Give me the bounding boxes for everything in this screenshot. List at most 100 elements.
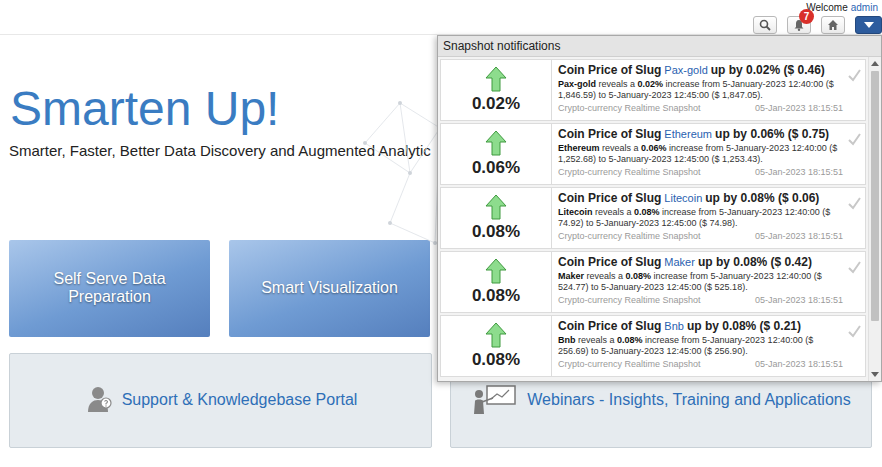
notification-list: 0.02%Coin Price of SlugPax-goldup by 0.0… [438, 57, 868, 381]
top-bar: Welcomeadmin7 [0, 0, 882, 35]
change-indicator: 0.06% [441, 124, 552, 184]
title-suffix: up by 0.08% ($ 0.21) [687, 319, 801, 333]
description-part: reveals a [600, 143, 642, 153]
change-indicator: 0.08% [441, 252, 552, 312]
up-arrow-icon [485, 258, 507, 284]
scroll-down-icon[interactable] [871, 372, 879, 377]
notification-item[interactable]: 0.02%Coin Price of SlugPax-goldup by 0.0… [440, 59, 866, 121]
notification-content: Coin Price of SlugMakerup by 0.08% ($ 0.… [552, 252, 865, 312]
title-prefix: Coin Price of Slug [558, 127, 661, 141]
coin-link[interactable]: Litecoin [664, 192, 702, 204]
hero-subtitle: Smarter, Faster, Better Data Discovery a… [9, 142, 449, 159]
notification-description: Litecoin reveals a 0.08% increase from 5… [558, 207, 843, 229]
notification-count-badge: 7 [799, 9, 814, 24]
description-part: reveals a [596, 79, 638, 89]
search-icon [759, 19, 771, 31]
title-suffix: up by 0.06% ($ 0.75) [715, 127, 829, 141]
welcome-text: Welcomeadmin [806, 2, 878, 13]
up-arrow-icon [485, 322, 507, 348]
notification-footer: Crypto-currency Realtime Snapshot 05-Jan-… [558, 359, 843, 369]
user-name[interactable]: admin [851, 2, 878, 13]
feature-tile-label: Smart Visualization [261, 279, 398, 297]
home-button[interactable] [821, 16, 845, 34]
notification-description: Pax-gold reveals a 0.02% increase from 5… [558, 79, 843, 101]
description-part: reveals a [584, 271, 626, 281]
coin-link[interactable]: Maker [664, 256, 695, 268]
panel-title: Snapshot notifications [438, 36, 881, 57]
portal-label: Webinars - Insights, Training and Applic… [527, 391, 850, 409]
portal-link[interactable]: Support & Knowledgebase Portal [9, 353, 432, 448]
notification-source: Crypto-currency Realtime Snapshot [558, 359, 701, 369]
feature-tile-label: Self Serve Data Preparation [39, 270, 180, 306]
description-part: reveals a [593, 207, 635, 217]
coin-link[interactable]: Bnb [664, 320, 684, 332]
check-icon[interactable] [848, 197, 861, 210]
portal-label: Support & Knowledgebase Portal [122, 391, 358, 409]
notification-footer: Crypto-currency Realtime Snapshot05-Jan-… [558, 167, 843, 177]
change-percent: 0.06% [472, 158, 520, 178]
coin-link[interactable]: Pax-gold [664, 64, 707, 76]
description-part: Pax-gold [558, 79, 596, 89]
support-question-icon [84, 384, 112, 416]
title-prefix: Coin Price of Slug [558, 63, 661, 77]
notification-item[interactable]: 0.08% Coin Price of SlugBnbup by 0.08% ($… [440, 315, 866, 377]
notification-content: Coin Price of SlugBnbup by 0.08% ($ 0.21… [552, 316, 865, 376]
notification-content: Coin Price of SlugLitecoinup by 0.08% ($… [552, 188, 865, 248]
notification-content: Coin Price of SlugPax-goldup by 0.02% ($… [552, 60, 865, 120]
notifications-button[interactable]: 7 [787, 16, 811, 34]
notification-title: Coin Price of SlugMakerup by 0.08% ($ 0.… [558, 255, 843, 269]
home-icon [827, 19, 839, 31]
title-prefix: Coin Price of Slug [558, 255, 661, 269]
scrollbar[interactable] [868, 57, 881, 381]
notification-description: Ethereum reveals a 0.06% increase from 5… [558, 143, 843, 165]
notification-footer: Crypto-currency Realtime Snapshot 05-Jan-… [558, 103, 843, 113]
check-icon[interactable] [848, 261, 861, 274]
title-suffix: up by 0.02% ($ 0.46) [711, 63, 825, 77]
notification-time: 05-Jan-2023 18:15:51 [755, 359, 843, 369]
change-percent: 0.08% [472, 222, 520, 242]
notification-footer: Crypto-currency Realtime Snapshot05-Jan-… [558, 231, 843, 241]
panel-body: 0.02%Coin Price of SlugPax-goldup by 0.0… [438, 57, 881, 381]
description-part: Ethereum [558, 143, 600, 153]
notification-description: Maker reveals a 0.08% increase from 5-Ja… [558, 271, 843, 293]
scroll-up-icon[interactable] [871, 61, 879, 66]
up-arrow-icon [485, 130, 507, 156]
feature-tile[interactable]: Smart Visualization [229, 240, 430, 337]
notification-item[interactable]: 0.08% Coin Price of SlugLitecoinup by 0.0… [440, 187, 866, 249]
menu-dropdown-button[interactable] [855, 16, 882, 34]
description-part: 0.06% [641, 143, 667, 153]
change-indicator: 0.08% [441, 188, 552, 248]
notification-item[interactable]: 0.06%Coin Price of SlugEthereumup by 0.0… [440, 123, 866, 185]
notification-title: Coin Price of SlugPax-gold up by 0.02% ($… [558, 63, 843, 77]
caret-down-icon [864, 22, 874, 28]
description-part: Litecoin [558, 207, 593, 217]
description-part: 0.02% [638, 79, 664, 89]
title-suffix: up by 0.08% ($ 0.42) [698, 255, 812, 269]
notification-item[interactable]: 0.08%Coin Price of SlugMakerup by 0.08% … [440, 251, 866, 313]
title-suffix: up by 0.08% ($ 0.06) [705, 191, 819, 205]
description-part: Bnb [558, 335, 576, 345]
notification-title: Coin Price of SlugBnbup by 0.08% ($ 0.21… [558, 319, 843, 333]
description-part: 0.08% [617, 335, 643, 345]
notification-time: 05-Jan-2023 18:15:51 [755, 295, 843, 305]
notification-time: 05-Jan-2023 18:15:51 [755, 103, 843, 113]
notification-footer: Crypto-currency Realtime Snapshot 05-Jan-… [558, 295, 843, 305]
notification-description: Bnb reveals a 0.08% increase from 5-Janu… [558, 335, 843, 357]
check-icon[interactable] [848, 69, 861, 82]
change-indicator: 0.02% [441, 60, 552, 120]
coin-link[interactable]: Ethereum [664, 128, 712, 140]
check-icon[interactable] [848, 325, 861, 338]
presenter-icon [471, 384, 517, 416]
notification-source: Crypto-currency Realtime Snapshot [558, 103, 701, 113]
description-part: 0.08% [626, 271, 652, 281]
change-percent: 0.02% [472, 94, 520, 114]
notifications-panel: Snapshot notifications 0.02% Coin Price of… [437, 35, 882, 382]
change-percent: 0.08% [472, 350, 520, 370]
feature-tile[interactable]: Self Serve Data Preparation [9, 240, 210, 337]
notification-source: Crypto-currency Realtime Snapshot [558, 295, 701, 305]
description-part: Maker [558, 271, 584, 281]
description-part: reveals a [576, 335, 618, 345]
scrollbar-thumb[interactable] [871, 71, 879, 321]
search-button[interactable] [753, 16, 777, 34]
check-icon[interactable] [848, 133, 861, 146]
